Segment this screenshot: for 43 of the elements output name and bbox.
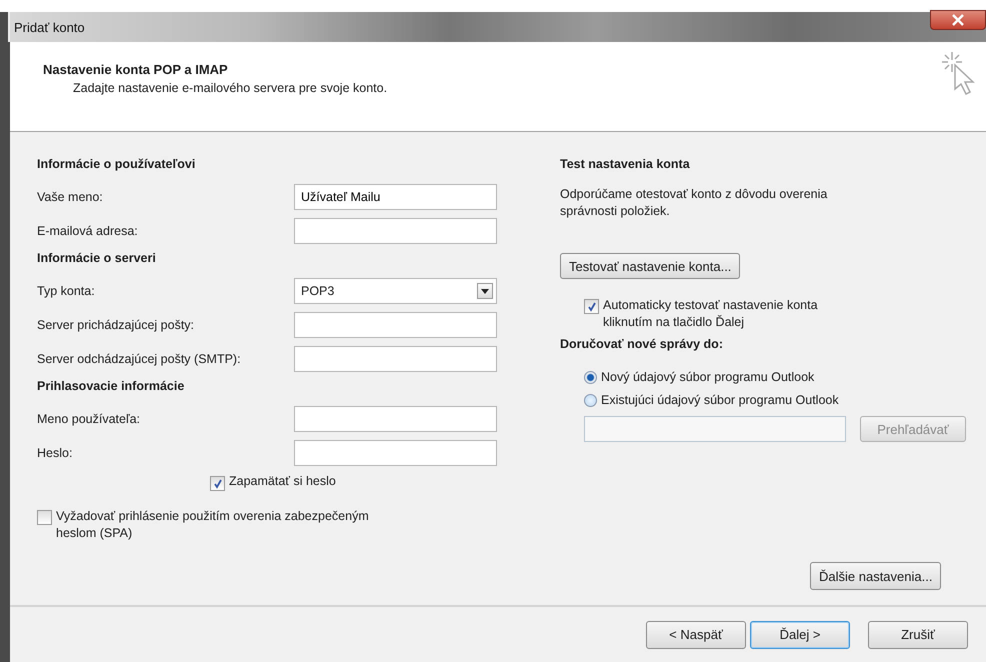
field-label: Server odchádzajúcej pošty (SMTP): [37,352,242,366]
field-label: Typ konta: [37,284,96,298]
text-field[interactable]: Užívateľ Mailu [294,184,497,210]
radio-label[interactable]: Existujúci údajový súbor programu Outlook [601,393,839,407]
text-field[interactable] [294,312,497,338]
field-label: Meno používateľa: [37,412,142,426]
radio-label[interactable]: Nový údajový súbor programu Outlook [601,370,814,384]
dropdown[interactable]: POP3 [294,278,497,304]
checkbox-label[interactable]: Vyžadovať prihlásenie použitím overenia zabezpečeným heslom (SPA) [56,508,376,542]
section-heading: Informácie o používateľovi [37,156,196,173]
field-label: Vaše meno: [37,190,104,204]
field-label: Server prichádzajúcej pošty: [37,318,196,332]
check-icon [586,302,596,312]
window-title: Pridať konto [13,20,85,34]
checkbox[interactable] [210,476,225,491]
text-field[interactable] [294,218,497,244]
more-settings-button[interactable]: Ďalšie nastavenia... [810,562,942,590]
footer-button[interactable]: Zrušiť [868,620,968,648]
field-label: Heslo: [37,446,74,460]
section-heading: Doručovať nové správy do: [560,336,723,353]
description-text: Odporúčame otestovať konto z dôvodu overenia správnosti položiek. [560,186,828,220]
checkbox[interactable] [584,299,599,314]
close-icon [951,14,965,26]
cursor-sparkle-icon [940,50,976,96]
text-field[interactable] [294,406,497,432]
radio-button[interactable] [584,394,597,407]
check-icon [212,478,222,488]
header-title: Nastavenie konta POP a IMAP [43,62,229,77]
checkbox[interactable] [37,510,52,525]
header-subtitle: Zadajte nastavenie e-mailového servera pre svoje konto. [72,81,388,95]
checkbox-label[interactable]: Automaticky testovať nastavenie konta kliknutím na tlačidlo Ďalej [603,297,833,331]
footer-button[interactable]: < Naspäť [646,620,746,648]
text-field[interactable] [294,346,497,372]
test-settings-button[interactable]: Testovať nastavenie konta... [560,253,740,279]
field-label: E-mailová adresa: [37,224,139,238]
close-button[interactable] [930,10,986,30]
section-heading: Prihlasovacie informácie [37,378,186,395]
section-heading: Test nastavenia konta [560,156,690,173]
text-field[interactable] [294,440,497,466]
section-heading: Informácie o serveri [37,250,157,267]
checkbox-label[interactable]: Zapamätať si heslo [229,474,336,488]
footer-button[interactable]: Ďalej > [750,620,850,648]
radio-button[interactable] [584,371,597,384]
